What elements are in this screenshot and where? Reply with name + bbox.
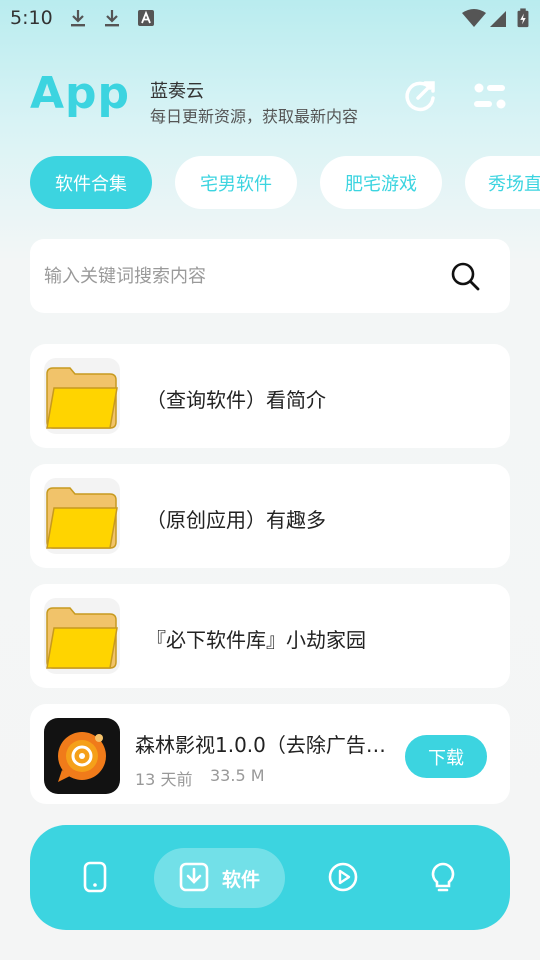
status-bar: 5:10 — [0, 0, 540, 36]
tab-otaku-games[interactable]: 肥宅游戏 — [320, 156, 442, 209]
folder-item[interactable]: 『必下软件库』小劫家园 — [30, 584, 510, 688]
cell-signal-icon — [490, 11, 506, 27]
forest-video-app-icon — [44, 718, 120, 794]
category-tabs: 软件合集 宅男软件 肥宅游戏 秀场直 — [30, 156, 540, 210]
nav-item-software[interactable] — [154, 825, 285, 930]
nav-item-video[interactable] — [310, 825, 380, 930]
tab-software-collection[interactable]: 软件合集 — [30, 156, 152, 209]
app-size: 33.5 M — [210, 766, 265, 785]
nav-label-software: 软件 — [222, 869, 261, 891]
tab-otaku-software[interactable]: 宅男软件 — [175, 156, 297, 209]
search-input[interactable] — [44, 257, 434, 295]
folder-label: 『必下软件库』小劫家园 — [146, 628, 366, 652]
lightbulb-icon — [431, 862, 455, 892]
app-item[interactable]: 森林影视1.0.0（去除广告… 13 天前 33.5 M 下载 — [30, 704, 510, 804]
download-icon — [71, 10, 85, 27]
battery-charging-icon — [517, 8, 529, 28]
search-bar — [30, 239, 510, 313]
download-box-icon — [179, 862, 209, 892]
download-icon — [105, 10, 119, 27]
folder-label: （查询软件）看简介 — [146, 388, 326, 412]
folder-icon — [44, 358, 120, 434]
phone-icon — [83, 861, 107, 893]
folder-icon — [44, 598, 120, 674]
folder-label: （原创应用）有趣多 — [146, 508, 326, 532]
play-circle-icon — [328, 862, 358, 892]
nav-item-phone[interactable] — [60, 825, 130, 930]
bottom-nav: 软件 — [30, 825, 510, 930]
app-logo: App — [30, 68, 131, 119]
settings-sliders-icon[interactable] — [470, 76, 510, 116]
font-a-icon — [138, 10, 154, 26]
folder-icon — [44, 478, 120, 554]
app-title: 森林影视1.0.0（去除广告… — [135, 733, 386, 757]
app-header: App 蓝奏云 每日更新资源，获取最新内容 — [0, 60, 540, 140]
download-button[interactable]: 下载 — [405, 735, 487, 778]
app-updated-time: 13 天前 — [135, 770, 193, 789]
tab-live-show[interactable]: 秀场直 — [465, 156, 540, 209]
page-subtitle: 每日更新资源，获取最新内容 — [150, 107, 359, 126]
search-icon[interactable] — [450, 261, 480, 291]
refresh-icon[interactable] — [400, 76, 440, 116]
folder-item[interactable]: （原创应用）有趣多 — [30, 464, 510, 568]
page-title: 蓝奏云 — [150, 81, 204, 102]
nav-item-ideas[interactable] — [410, 825, 480, 930]
wifi-icon — [462, 9, 486, 27]
status-time: 5:10 — [10, 7, 53, 29]
folder-item[interactable]: （查询软件）看简介 — [30, 344, 510, 448]
